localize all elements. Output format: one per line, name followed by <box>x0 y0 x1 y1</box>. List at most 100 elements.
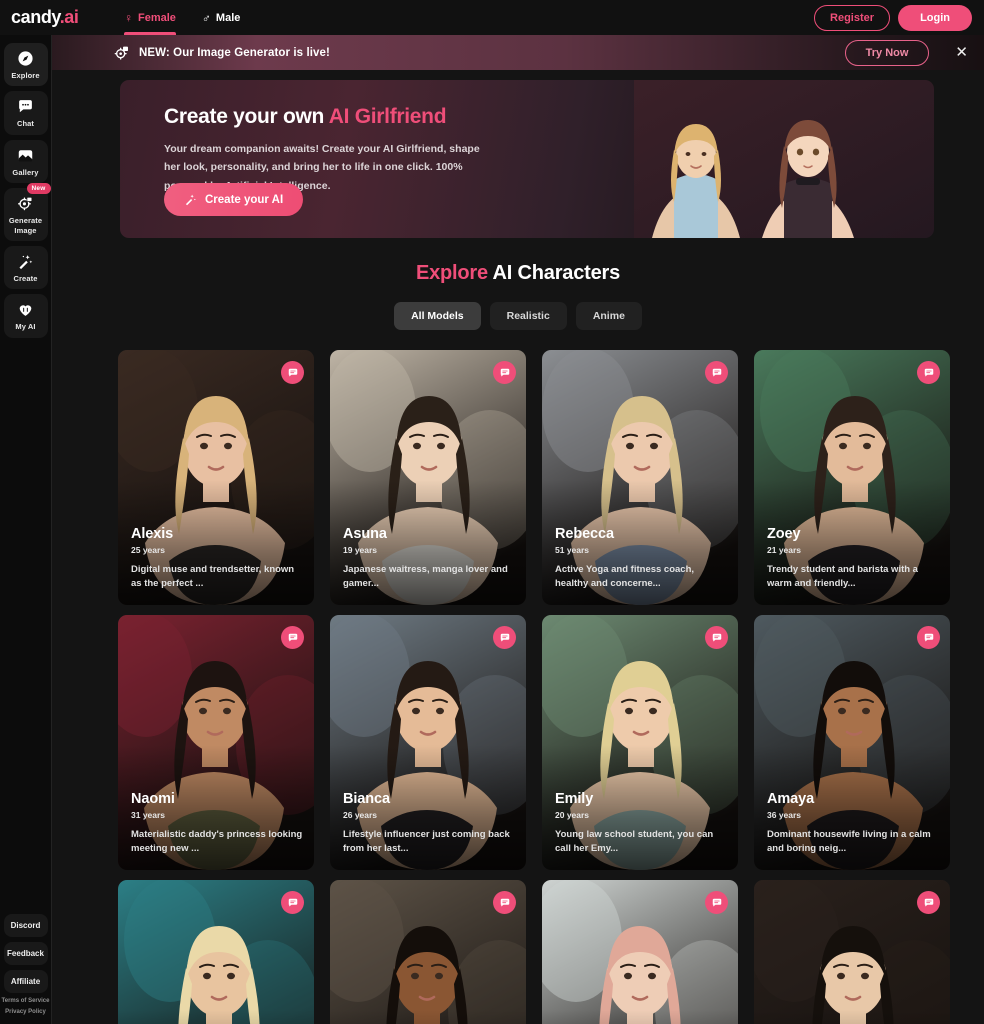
terms-of-service-link[interactable]: Terms of Service <box>2 998 50 1004</box>
sidebar-item-chat-label: Chat <box>16 119 35 129</box>
feedback-button[interactable]: Feedback <box>3 942 48 965</box>
character-name: Naomi <box>131 791 175 808</box>
promo-message: NEW: Our Image Generator is live! <box>139 47 330 59</box>
filter-anime[interactable]: Anime <box>575 302 642 330</box>
card-chat-button[interactable] <box>917 891 940 914</box>
sidebar-item-create[interactable]: Create <box>3 245 48 290</box>
privacy-policy-link[interactable]: Privacy Policy <box>5 1009 46 1015</box>
card-gradient-overlay <box>754 1010 950 1024</box>
character-card[interactable]: Bianca 26 years Lifestyle influencer just … <box>330 615 526 870</box>
character-card[interactable]: Asuna 19 years Japanese waitress, manga lo… <box>330 350 526 605</box>
card-gradient-overlay <box>330 1010 526 1024</box>
brand-suffix: .ai <box>59 7 79 27</box>
filter-realistic[interactable]: Realistic <box>489 302 567 330</box>
card-chat-button[interactable] <box>917 361 940 384</box>
chat-bubble-icon <box>19 100 32 113</box>
new-badge: New <box>26 183 51 195</box>
section-title-accent: Explore <box>415 262 488 284</box>
character-description: Lifestyle influencer just coming back fr… <box>343 829 510 855</box>
chat-bubble-icon <box>500 368 509 377</box>
create-your-ai-label: Create your AI <box>205 193 284 206</box>
nav-tab-female[interactable]: ♀ Female <box>124 0 176 35</box>
brand-name: candy <box>11 7 60 27</box>
nav-tab-male-label: Male <box>215 11 241 24</box>
sidebar-item-chat[interactable]: Chat <box>3 91 48 135</box>
discord-button[interactable]: Discord <box>3 914 48 937</box>
sidebar-footer: Discord Feedback Affiliate Terms of Serv… <box>0 914 51 1024</box>
character-age: 36 years <box>767 810 802 821</box>
card-chat-button[interactable] <box>281 891 304 914</box>
sidebar-item-generate-image[interactable]: New Generate Image <box>3 183 51 241</box>
filter-all-models[interactable]: All Models <box>394 302 481 330</box>
nav-tab-male[interactable]: ♂ Male <box>202 0 240 35</box>
character-grid: Alexis 25 years Digital muse and trendsett… <box>118 350 984 1024</box>
magic-wand-icon <box>185 194 196 206</box>
chat-bubble-icon <box>500 898 509 907</box>
create-your-ai-button[interactable]: Create your AI <box>164 183 304 216</box>
character-name: Zoey <box>767 526 801 543</box>
top-header: candy.ai ♀ Female ♂ Male Register Login <box>0 0 984 35</box>
character-card[interactable]: Zoey 21 years Trendy student and barista w… <box>754 350 950 605</box>
chat-bubble-icon <box>924 633 933 642</box>
sidebar-item-my-ai[interactable]: My AI <box>3 294 48 338</box>
chat-bubble-icon <box>288 633 297 642</box>
card-chat-button[interactable] <box>705 626 728 649</box>
promo-tag: NEW: <box>139 46 170 59</box>
card-gradient-overlay <box>118 1010 314 1024</box>
character-name: Alexis <box>131 526 174 543</box>
card-gradient-overlay <box>542 1010 738 1024</box>
card-chat-button[interactable] <box>705 361 728 384</box>
chat-bubble-icon <box>924 368 933 377</box>
character-name: Amaya <box>767 791 815 808</box>
section-title-plain: AI Characters <box>487 262 621 284</box>
character-card[interactable]: Emily 20 years Young law school student, y… <box>542 615 738 870</box>
close-icon[interactable]: ✕ <box>951 45 972 60</box>
card-chat-button[interactable] <box>281 361 304 384</box>
character-card[interactable] <box>754 880 950 1024</box>
mars-icon: ♂ <box>201 10 211 25</box>
brand-logo[interactable]: candy.ai <box>0 7 110 28</box>
character-age: 26 years <box>343 810 378 821</box>
character-card-info: Bianca 26 years Lifestyle influencer just … <box>343 791 515 856</box>
chat-bubble-icon <box>500 633 509 642</box>
character-card[interactable] <box>330 880 526 1024</box>
character-card-info: Asuna 19 years Japanese waitress, manga lo… <box>343 526 515 591</box>
magic-wand-icon <box>19 255 33 269</box>
try-now-button[interactable]: Try Now <box>844 39 930 66</box>
chat-bubble-icon <box>712 368 721 377</box>
left-sidebar: Explore Chat Gallery New Generate Image <box>0 35 52 1024</box>
character-description: Japanese waitress, manga lover and gamer… <box>343 564 508 590</box>
character-name: Asuna <box>343 526 387 543</box>
card-chat-button[interactable] <box>493 626 516 649</box>
character-card[interactable]: Rebecca 51 years Active Yoga and fitness c… <box>542 350 738 605</box>
character-card[interactable]: Amaya 36 years Dominant housewife living i… <box>754 615 950 870</box>
card-chat-button[interactable] <box>493 891 516 914</box>
login-button[interactable]: Login <box>898 4 972 31</box>
promo-banner: NEW: Our Image Generator is live! Try No… <box>52 35 984 70</box>
venus-icon: ♀ <box>124 10 133 25</box>
affiliate-button[interactable]: Affiliate <box>3 970 48 993</box>
character-description: Young law school student, you can call h… <box>555 829 714 855</box>
character-card[interactable]: Naomi 31 years Materialistic daddy's princ… <box>118 615 314 870</box>
card-chat-button[interactable] <box>281 626 304 649</box>
chat-bubble-icon <box>712 898 721 907</box>
card-chat-button[interactable] <box>705 891 728 914</box>
hero-banner[interactable]: Create your own AI Girlfriend Your dream… <box>120 80 934 238</box>
auth-actions: Register Login <box>814 4 984 31</box>
card-chat-button[interactable] <box>917 626 940 649</box>
gender-nav: ♀ Female ♂ Male <box>124 0 240 35</box>
character-age: 19 years <box>343 545 378 556</box>
sidebar-item-generate-image-label: Generate Image <box>8 216 43 235</box>
character-name: Rebecca <box>555 526 614 543</box>
character-card[interactable] <box>118 880 314 1024</box>
character-age: 51 years <box>555 545 590 556</box>
register-button[interactable]: Register <box>814 4 891 31</box>
card-chat-button[interactable] <box>493 361 516 384</box>
chat-bubble-icon <box>288 898 297 907</box>
sidebar-item-gallery[interactable]: Gallery <box>3 139 48 184</box>
sidebar-item-explore[interactable]: Explore <box>3 43 48 87</box>
chat-bubble-icon <box>924 898 933 907</box>
character-card[interactable]: Alexis 25 years Digital muse and trendsett… <box>118 350 314 605</box>
character-card[interactable] <box>542 880 738 1024</box>
sidebar-item-create-label: Create <box>13 273 38 283</box>
